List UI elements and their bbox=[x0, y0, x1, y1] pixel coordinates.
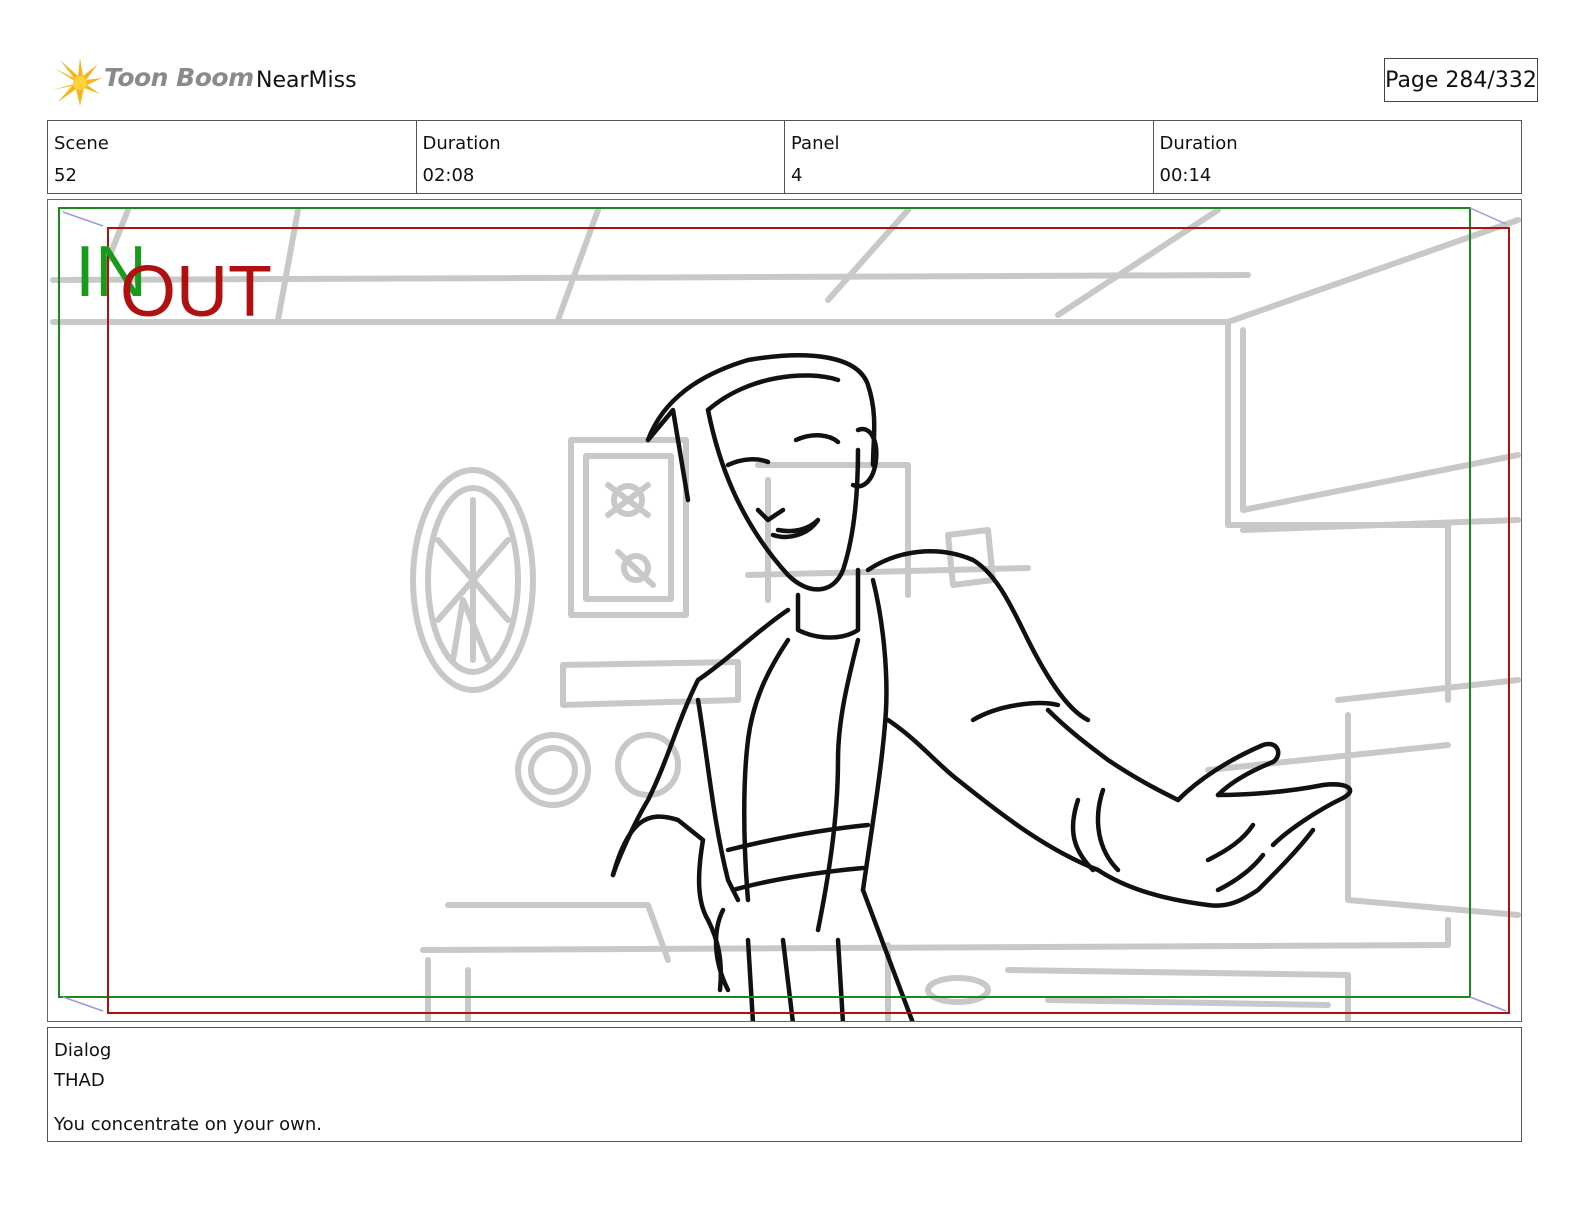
out-frame bbox=[107, 227, 1510, 1014]
scene-cell: Scene 52 bbox=[48, 121, 417, 193]
panel-duration-label: Duration bbox=[1159, 133, 1238, 154]
background-sketch bbox=[50, 207, 1521, 1021]
logo-text: Toon Boom bbox=[104, 63, 254, 92]
storyboard-panel: IN OUT bbox=[47, 199, 1522, 1022]
panel-label: Panel bbox=[791, 133, 840, 154]
scene-label: Scene bbox=[54, 133, 109, 154]
scene-duration-value: 02:08 bbox=[422, 165, 475, 186]
scene-duration-label: Duration bbox=[422, 133, 501, 154]
panel-info-table: Scene 52 Duration 02:08 Panel 4 Duration… bbox=[47, 120, 1522, 194]
project-name: NearMiss bbox=[256, 68, 357, 93]
dialog-box: Dialog THAD You concentrate on your own. bbox=[47, 1027, 1522, 1142]
starburst-icon bbox=[52, 58, 102, 106]
dialog-label: Dialog bbox=[54, 1040, 112, 1061]
panel-sketch: IN OUT bbox=[50, 207, 1521, 1021]
page-indicator: Page 284/332 bbox=[1384, 58, 1538, 102]
panel-cell: Panel 4 bbox=[785, 121, 1154, 193]
scene-duration-cell: Duration 02:08 bbox=[417, 121, 785, 193]
scene-value: 52 bbox=[54, 165, 77, 186]
panel-duration-value: 00:14 bbox=[1159, 165, 1212, 186]
dialog-line: You concentrate on your own. bbox=[54, 1114, 322, 1135]
panel-value: 4 bbox=[791, 165, 803, 186]
dialog-character: THAD bbox=[54, 1070, 105, 1091]
storyboard-header: Toon Boom NearMiss Page 284/332 bbox=[48, 52, 1538, 110]
panel-duration-cell: Duration 00:14 bbox=[1154, 121, 1522, 193]
character-sketch bbox=[610, 353, 1353, 1021]
out-label: OUT bbox=[120, 252, 272, 332]
